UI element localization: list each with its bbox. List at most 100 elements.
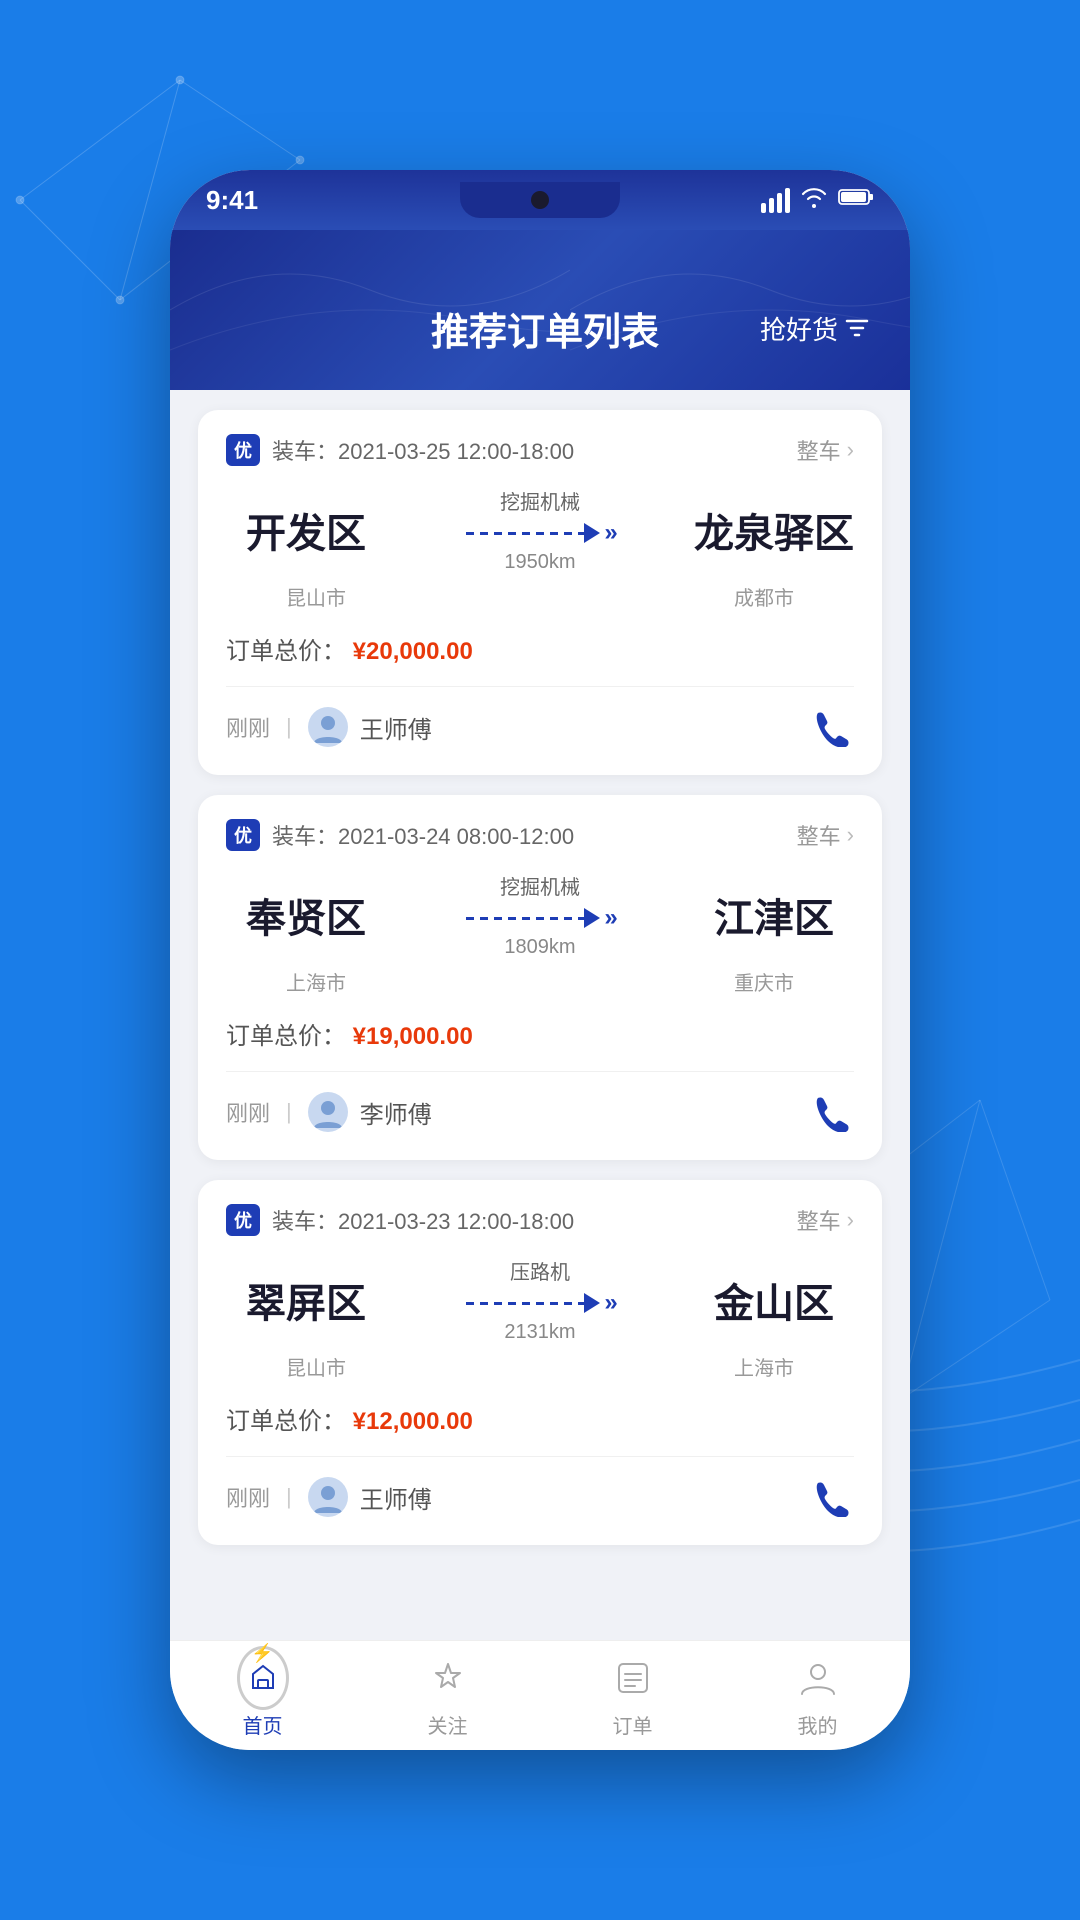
card-meta-left-3: 优 装车：2021-03-23 12:00-18:00 xyxy=(226,1204,574,1236)
chevron-icon-3: › xyxy=(847,1207,854,1233)
price-row-2: 订单总价： ¥19,000.00 xyxy=(226,1016,854,1051)
bottom-navigation: ⚡ 首页 关注 订单 xyxy=(170,1640,910,1750)
divider-v-2: | xyxy=(286,1099,292,1125)
phone-shell: 9:41 xyxy=(170,170,910,1750)
card-date-2: 装车：2021-03-24 08:00-12:00 xyxy=(272,819,574,851)
card-date-1: 装车：2021-03-25 12:00-18:00 xyxy=(272,434,574,466)
route-middle-1: 挖掘机械 » 1950km xyxy=(386,486,694,574)
price-value-3: ¥12,000.00 xyxy=(353,1408,473,1435)
order-card-2[interactable]: 优 装车：2021-03-24 08:00-12:00 整车 › 奉贤区 挖掘机… xyxy=(198,795,882,1160)
nav-label-mine: 我的 xyxy=(798,1710,838,1739)
card-divider-3 xyxy=(226,1456,854,1457)
to-region-2: 重庆市 xyxy=(684,967,844,996)
card-header-2: 优 装车：2021-03-24 08:00-12:00 整车 › xyxy=(226,819,854,851)
card-date-3: 装车：2021-03-23 12:00-18:00 xyxy=(272,1204,574,1236)
driver-info-2: 刚刚 | 李师傅 xyxy=(226,1092,432,1132)
call-button-2[interactable] xyxy=(806,1088,854,1136)
filter-button[interactable]: 抢好货 xyxy=(760,310,870,347)
sub-cities-3: 昆山市 上海市 xyxy=(226,1352,854,1381)
price-row-1: 订单总价： ¥20,000.00 xyxy=(226,631,854,666)
driver-name-3: 王师傅 xyxy=(360,1480,432,1515)
footer-row-1: 刚刚 | 王师傅 xyxy=(226,703,854,751)
card-type-2: 整车 › xyxy=(797,819,854,851)
priority-badge-1: 优 xyxy=(226,434,260,466)
wifi-icon xyxy=(800,186,828,214)
orders-icon xyxy=(607,1652,659,1704)
driver-name-1: 王师傅 xyxy=(360,710,432,745)
lightning-badge: ⚡ xyxy=(251,1643,273,1664)
page-header: 推荐订单列表 抢好货 xyxy=(170,230,910,390)
signal-icon xyxy=(761,188,790,213)
route-row-3: 翠屏区 压路机 » 2131km 金山区 xyxy=(226,1256,854,1344)
priority-badge-3: 优 xyxy=(226,1204,260,1236)
from-city-1: 开发区 xyxy=(226,501,386,559)
nav-item-home[interactable]: ⚡ 首页 xyxy=(170,1652,355,1739)
nav-label-follow: 关注 xyxy=(428,1710,468,1739)
route-middle-3: 压路机 » 2131km xyxy=(386,1256,694,1344)
cargo-label-2: 挖掘机械 xyxy=(500,871,580,900)
sub-cities-2: 上海市 重庆市 xyxy=(226,967,854,996)
route-arrow-3: » xyxy=(466,1289,613,1317)
nav-item-orders[interactable]: 订单 xyxy=(540,1652,725,1739)
home-bag-icon xyxy=(247,1662,279,1694)
sub-cities-1: 昆山市 成都市 xyxy=(226,582,854,611)
avatar-3 xyxy=(308,1477,348,1517)
to-city-2: 江津区 xyxy=(694,886,854,944)
price-value-2: ¥19,000.00 xyxy=(353,1023,473,1050)
battery-icon xyxy=(838,187,874,213)
mine-icon xyxy=(792,1652,844,1704)
nav-label-orders: 订单 xyxy=(613,1710,653,1739)
to-region-3: 上海市 xyxy=(684,1352,844,1381)
to-city-1: 龙泉驿区 xyxy=(694,501,854,559)
price-value-1: ¥20,000.00 xyxy=(353,638,473,665)
from-region-1: 昆山市 xyxy=(236,582,396,611)
driver-name-2: 李师傅 xyxy=(360,1095,432,1130)
route-arrow-2: » xyxy=(466,904,613,932)
price-label-2: 订单总价： xyxy=(226,1023,346,1050)
nav-label-home: 首页 xyxy=(243,1710,283,1739)
order-list: 优 装车：2021-03-25 12:00-18:00 整车 › 开发区 挖掘机… xyxy=(170,390,910,1640)
priority-badge-2: 优 xyxy=(226,819,260,851)
price-label-3: 订单总价： xyxy=(226,1408,346,1435)
cargo-label-3: 压路机 xyxy=(510,1256,570,1285)
filter-label: 抢好货 xyxy=(760,310,838,347)
filter-icon xyxy=(844,315,870,341)
card-type-3: 整车 › xyxy=(797,1204,854,1236)
route-row-2: 奉贤区 挖掘机械 » 1809km 江津区 xyxy=(226,871,854,959)
avatar-2 xyxy=(308,1092,348,1132)
card-meta-left-1: 优 装车：2021-03-25 12:00-18:00 xyxy=(226,434,574,466)
card-divider-2 xyxy=(226,1071,854,1072)
distance-3: 2131km xyxy=(504,1321,575,1344)
home-icon: ⚡ xyxy=(237,1652,289,1704)
from-city-3: 翠屏区 xyxy=(226,1271,386,1329)
nav-item-follow[interactable]: 关注 xyxy=(355,1652,540,1739)
distance-1: 1950km xyxy=(504,551,575,574)
order-type-1: 整车 xyxy=(797,434,841,466)
nav-item-mine[interactable]: 我的 xyxy=(725,1652,910,1739)
order-card-3[interactable]: 优 装车：2021-03-23 12:00-18:00 整车 › 翠屏区 压路机… xyxy=(198,1180,882,1545)
to-region-1: 成都市 xyxy=(684,582,844,611)
route-row-1: 开发区 挖掘机械 » 1950km 龙泉驿区 xyxy=(226,486,854,574)
chevron-icon-2: › xyxy=(847,822,854,848)
route-middle-2: 挖掘机械 » 1809km xyxy=(386,871,694,959)
route-arrow-1: » xyxy=(466,519,613,547)
call-button-1[interactable] xyxy=(806,703,854,751)
time-ago-1: 刚刚 xyxy=(226,711,270,743)
distance-2: 1809km xyxy=(504,936,575,959)
to-city-3: 金山区 xyxy=(694,1271,854,1329)
time-ago-3: 刚刚 xyxy=(226,1481,270,1513)
price-label-1: 订单总价： xyxy=(226,638,346,665)
page-title: 推荐订单列表 xyxy=(330,301,760,356)
from-region-2: 上海市 xyxy=(236,967,396,996)
divider-v-1: | xyxy=(286,714,292,740)
card-meta-left-2: 优 装车：2021-03-24 08:00-12:00 xyxy=(226,819,574,851)
from-region-3: 昆山市 xyxy=(236,1352,396,1381)
status-time: 9:41 xyxy=(206,185,258,216)
status-bar: 9:41 xyxy=(170,170,910,230)
call-button-3[interactable] xyxy=(806,1473,854,1521)
card-divider-1 xyxy=(226,686,854,687)
order-card-1[interactable]: 优 装车：2021-03-25 12:00-18:00 整车 › 开发区 挖掘机… xyxy=(198,410,882,775)
order-type-3: 整车 xyxy=(797,1204,841,1236)
divider-v-3: | xyxy=(286,1484,292,1510)
avatar-1 xyxy=(308,707,348,747)
